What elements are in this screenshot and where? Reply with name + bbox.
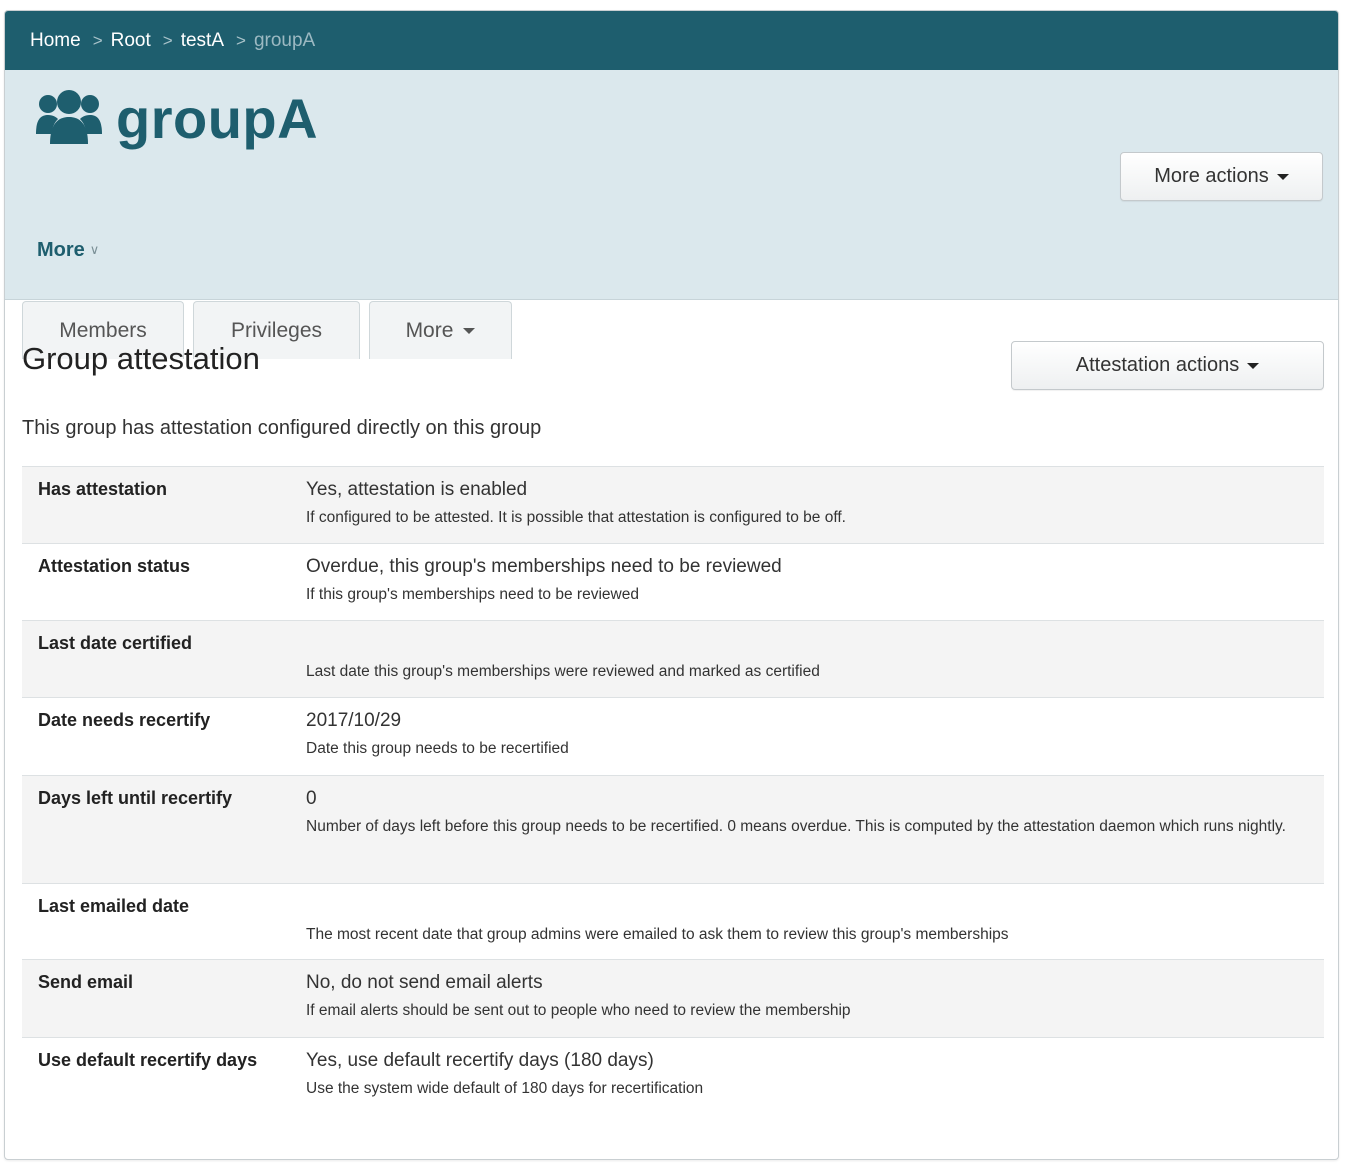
tab-more-label: More [405,318,454,342]
row-label: Send email [22,959,306,1038]
breadcrumb-separator: > [236,30,246,50]
table-row: Use default recertify days Yes, use defa… [22,1037,1324,1116]
table-row: Last emailed date The most recent date t… [22,883,1324,960]
row-description: If configured to be attested. It is poss… [306,509,846,526]
row-value-cell: 2017/10/29 Date this group needs to be r… [306,697,1324,776]
page-frame: Home > Root > testA > groupA groupA More… [4,10,1339,1160]
title-row: groupA [36,88,318,150]
breadcrumb-root[interactable]: Root [111,30,151,52]
row-value-cell: Overdue, this group's memberships need t… [306,543,1324,621]
row-value-cell: 0 Number of days left before this group … [306,775,1324,884]
more-actions-label: More actions [1154,165,1269,187]
row-value-cell: The most recent date that group admins w… [306,883,1324,960]
breadcrumb-testA[interactable]: testA [181,30,224,52]
row-description: If this group's memberships need to be r… [306,586,639,603]
row-value-cell: No, do not send email alerts If email al… [306,959,1324,1038]
row-description: The most recent date that group admins w… [306,926,1009,943]
row-label: Last date certified [22,620,306,698]
row-label: Has attestation [22,466,306,544]
breadcrumb-home[interactable]: Home [30,30,81,52]
row-label: Date needs recertify [22,697,306,776]
table-row: Has attestation Yes, attestation is enab… [22,466,1324,544]
row-value: No, do not send email alerts [306,972,543,993]
row-value: 0 [306,788,317,809]
tab-privileges-label: Privileges [230,318,323,342]
attestation-actions-button[interactable]: Attestation actions [1011,341,1324,390]
breadcrumb-current: groupA [253,29,316,51]
row-label: Last emailed date [22,883,306,960]
tab-more[interactable]: More [369,301,512,359]
chevron-down-icon: ∨ [89,242,100,257]
row-label: Use default recertify days [22,1037,306,1116]
table-row: Days left until recertify 0 Number of da… [22,775,1324,884]
group-header: groupA More ∨ More actions Members Privil… [5,70,1338,359]
row-description: If email alerts should be sent out to pe… [306,1002,851,1019]
caret-down-icon [1247,362,1260,369]
table-row: Last date certified Last date this group… [22,620,1324,698]
breadcrumb-separator: > [162,30,173,50]
table-row: Attestation status Overdue, this group's… [22,543,1324,621]
table-row: Date needs recertify 2017/10/29 Date thi… [22,697,1324,776]
row-value: Yes, attestation is enabled [306,479,528,500]
caret-down-icon [1276,173,1289,180]
attestation-table: Has attestation Yes, attestation is enab… [22,466,1324,1116]
row-value-cell: Yes, attestation is enabled If configure… [306,466,1324,544]
table-row: Send email No, do not send email alerts … [22,959,1324,1038]
attestation-intro: This group has attestation configured di… [22,417,542,439]
row-value: Yes, use default recertify days (180 day… [306,1050,654,1071]
caret-down-icon [463,327,476,334]
row-value-cell: Yes, use default recertify days (180 day… [306,1037,1324,1116]
row-value: 2017/10/29 [306,710,402,731]
breadcrumb-separator: > [92,30,103,50]
row-value [306,896,1314,918]
row-description: Number of days left before this group ne… [306,818,1286,835]
row-value: Overdue, this group's memberships need t… [306,556,782,577]
row-description: Date this group needs to be recertified [306,740,569,757]
row-description: Last date this group's memberships were … [306,663,820,680]
more-label: More [37,239,85,261]
tab-members-label: Members [59,318,147,342]
page-title: groupA [116,87,319,150]
attestation-actions-label: Attestation actions [1075,354,1240,376]
section-title: Group attestation [22,341,260,376]
row-value-cell: Last date this group's memberships were … [306,620,1324,698]
more-actions-button[interactable]: More actions [1120,152,1323,201]
row-value [306,633,1314,655]
row-label: Attestation status [22,543,306,621]
row-description: Use the system wide default of 180 days … [306,1080,704,1097]
row-label: Days left until recertify [22,775,306,884]
users-icon [36,90,102,144]
breadcrumb: Home > Root > testA > groupA [5,11,1338,70]
more-dropdown-link[interactable]: More ∨ [37,239,99,262]
